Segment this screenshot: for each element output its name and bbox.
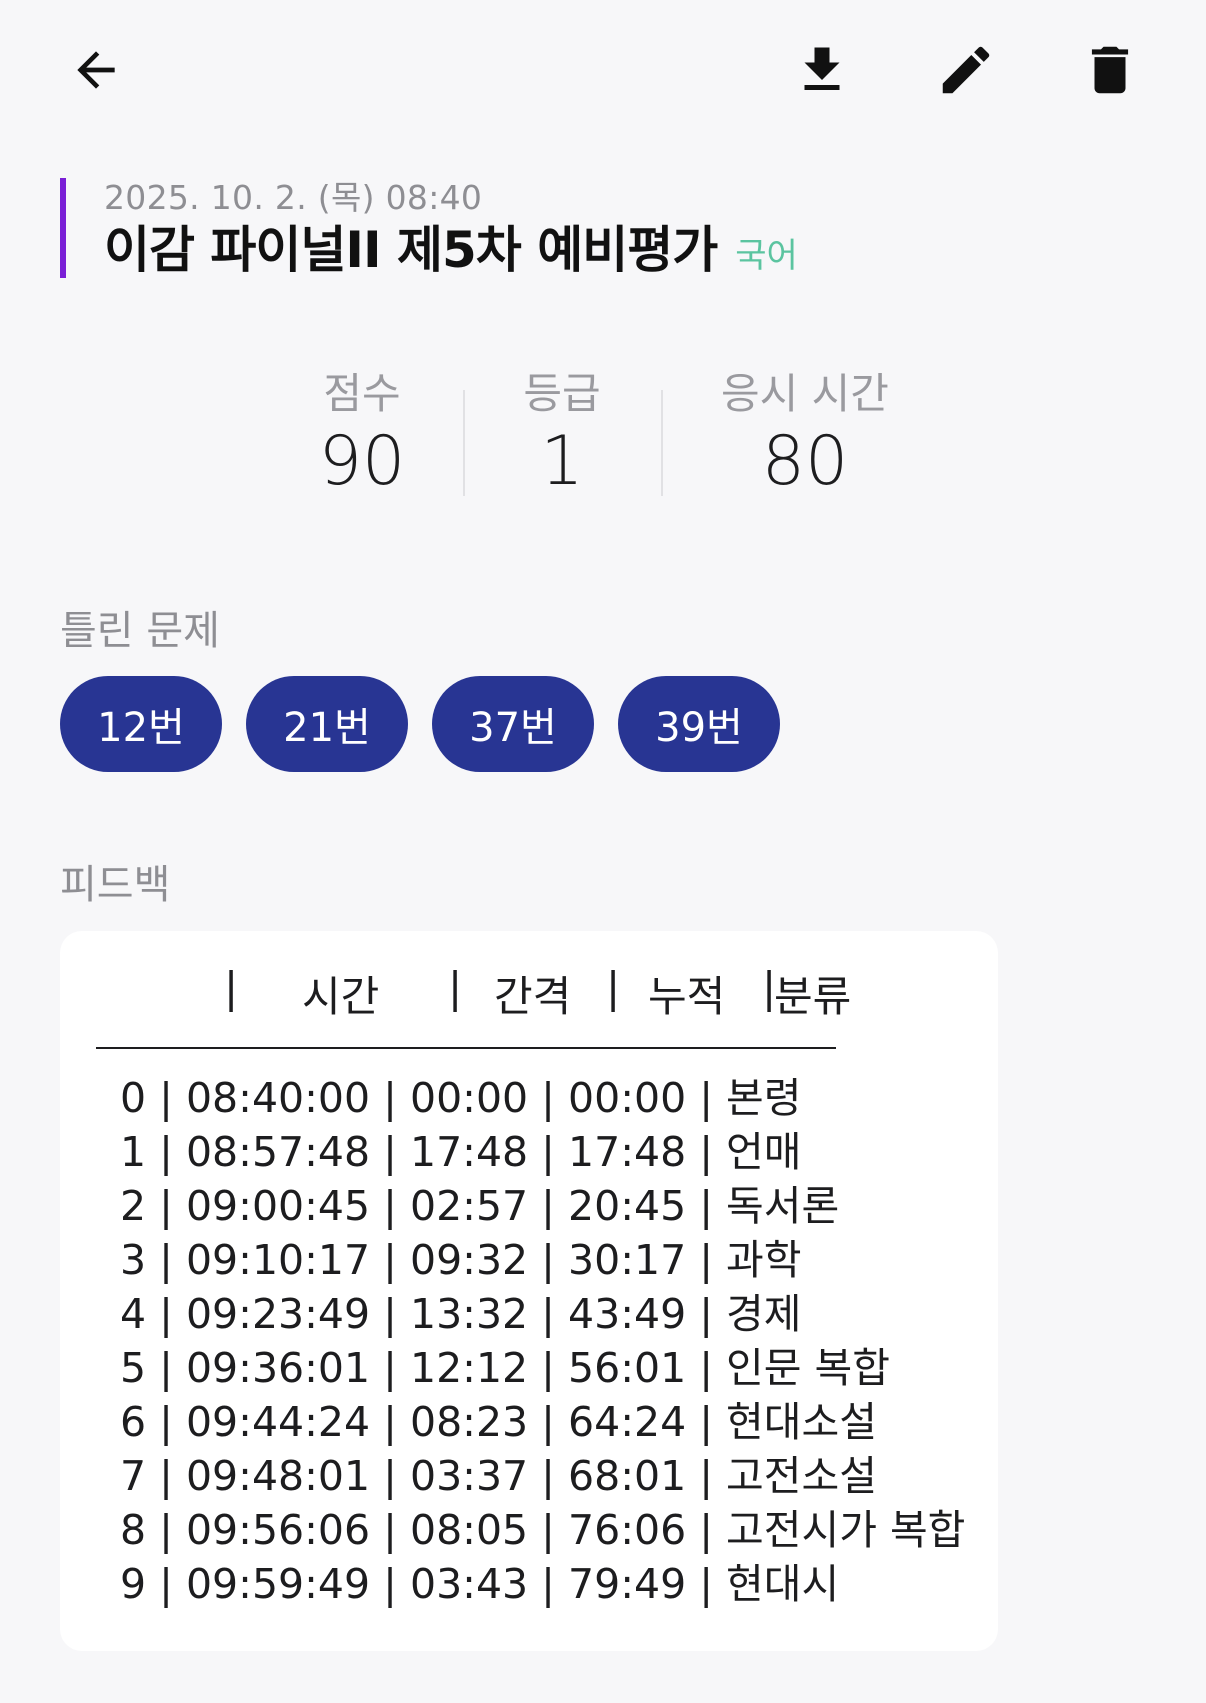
stats-row: 점수 90 등급 1 응시 시간 80 xyxy=(0,368,1206,508)
grade-label: 등급 xyxy=(523,369,601,418)
header-rule xyxy=(96,1047,836,1049)
header-separator: | xyxy=(448,963,463,1012)
time-label: 응시 시간 xyxy=(721,369,889,418)
time-value: 80 xyxy=(761,422,849,501)
header-interval: 간격 xyxy=(494,972,572,1021)
trash-icon xyxy=(1091,46,1129,94)
arrow-left-icon xyxy=(77,51,115,89)
grade-value: 1 xyxy=(540,422,584,501)
feedback-row: 1 | 08:57:48 | 17:48 | 17:48 | 언매 xyxy=(120,1128,802,1176)
back-button[interactable] xyxy=(56,30,136,110)
feedback-table-header: | 시간 | 간격 | 누적 | 분류 xyxy=(96,961,962,1035)
header-cumulative: 누적 xyxy=(648,972,726,1021)
feedback-row: 6 | 09:44:24 | 08:23 | 64:24 | 현대소설 xyxy=(120,1398,877,1446)
feedback-row: 3 | 09:10:17 | 09:32 | 30:17 | 과학 xyxy=(120,1236,802,1284)
feedback-row: 4 | 09:23:49 | 13:32 | 43:49 | 경제 xyxy=(120,1290,802,1338)
exam-title: 이감 파이널II 제5차 예비평가 xyxy=(104,221,718,279)
wrong-question-chip[interactable]: 21번 xyxy=(246,676,408,772)
wrong-question-chip[interactable]: 39번 xyxy=(618,676,780,772)
top-app-bar xyxy=(0,0,1206,140)
time-stat: 응시 시간 80 xyxy=(700,368,910,502)
wrong-questions-label: 틀린 문제 xyxy=(60,608,220,654)
wrong-question-chip[interactable]: 12번 xyxy=(60,676,222,772)
header-separator: | xyxy=(606,963,621,1012)
exam-title-row: 이감 파이널II 제5차 예비평가 국어 xyxy=(104,220,960,280)
feedback-row: 7 | 09:48:01 | 03:37 | 68:01 | 고전소설 xyxy=(120,1452,877,1500)
feedback-row: 9 | 09:59:49 | 03:43 | 79:49 | 현대시 xyxy=(120,1560,840,1608)
feedback-row: 0 | 08:40:00 | 00:00 | 00:00 | 본령 xyxy=(120,1074,802,1122)
stat-divider xyxy=(661,390,663,496)
feedback-row: 8 | 09:56:06 | 08:05 | 76:06 | 고전시가 복합 xyxy=(120,1506,966,1554)
pencil-icon xyxy=(942,46,990,94)
feedback-row: 2 | 09:00:45 | 02:57 | 20:45 | 독서론 xyxy=(120,1182,840,1230)
feedback-row: 5 | 09:36:01 | 12:12 | 56:01 | 인문 복합 xyxy=(120,1344,890,1392)
wrong-question-chip[interactable]: 37번 xyxy=(432,676,594,772)
download-button[interactable] xyxy=(782,30,862,110)
feedback-label: 피드백 xyxy=(60,862,171,908)
wrong-question-chips: 12번 21번 37번 39번 xyxy=(60,676,780,772)
header-category: 분류 xyxy=(774,972,852,1021)
score-stat: 점수 90 xyxy=(300,368,424,502)
edit-button[interactable] xyxy=(926,30,1006,110)
delete-button[interactable] xyxy=(1070,30,1150,110)
feedback-rows: 0 | 08:40:00 | 00:00 | 00:00 | 본령 1 | 08… xyxy=(120,1071,965,1611)
score-value: 90 xyxy=(318,422,406,501)
download-icon xyxy=(804,47,840,90)
stat-divider xyxy=(463,390,465,496)
grade-stat: 등급 1 xyxy=(512,368,612,502)
exam-datetime: 2025. 10. 2. (목) 08:40 xyxy=(104,178,483,217)
exam-header: 2025. 10. 2. (목) 08:40 이감 파이널II 제5차 예비평가… xyxy=(60,178,960,280)
feedback-card: | 시간 | 간격 | 누적 | 분류 0 | 08:40:00 | 00:00… xyxy=(60,931,998,1651)
header-time: 시간 xyxy=(302,972,380,1021)
subject-tag: 국어 xyxy=(735,236,798,276)
header-separator: | xyxy=(224,963,239,1012)
score-label: 점수 xyxy=(323,369,401,418)
